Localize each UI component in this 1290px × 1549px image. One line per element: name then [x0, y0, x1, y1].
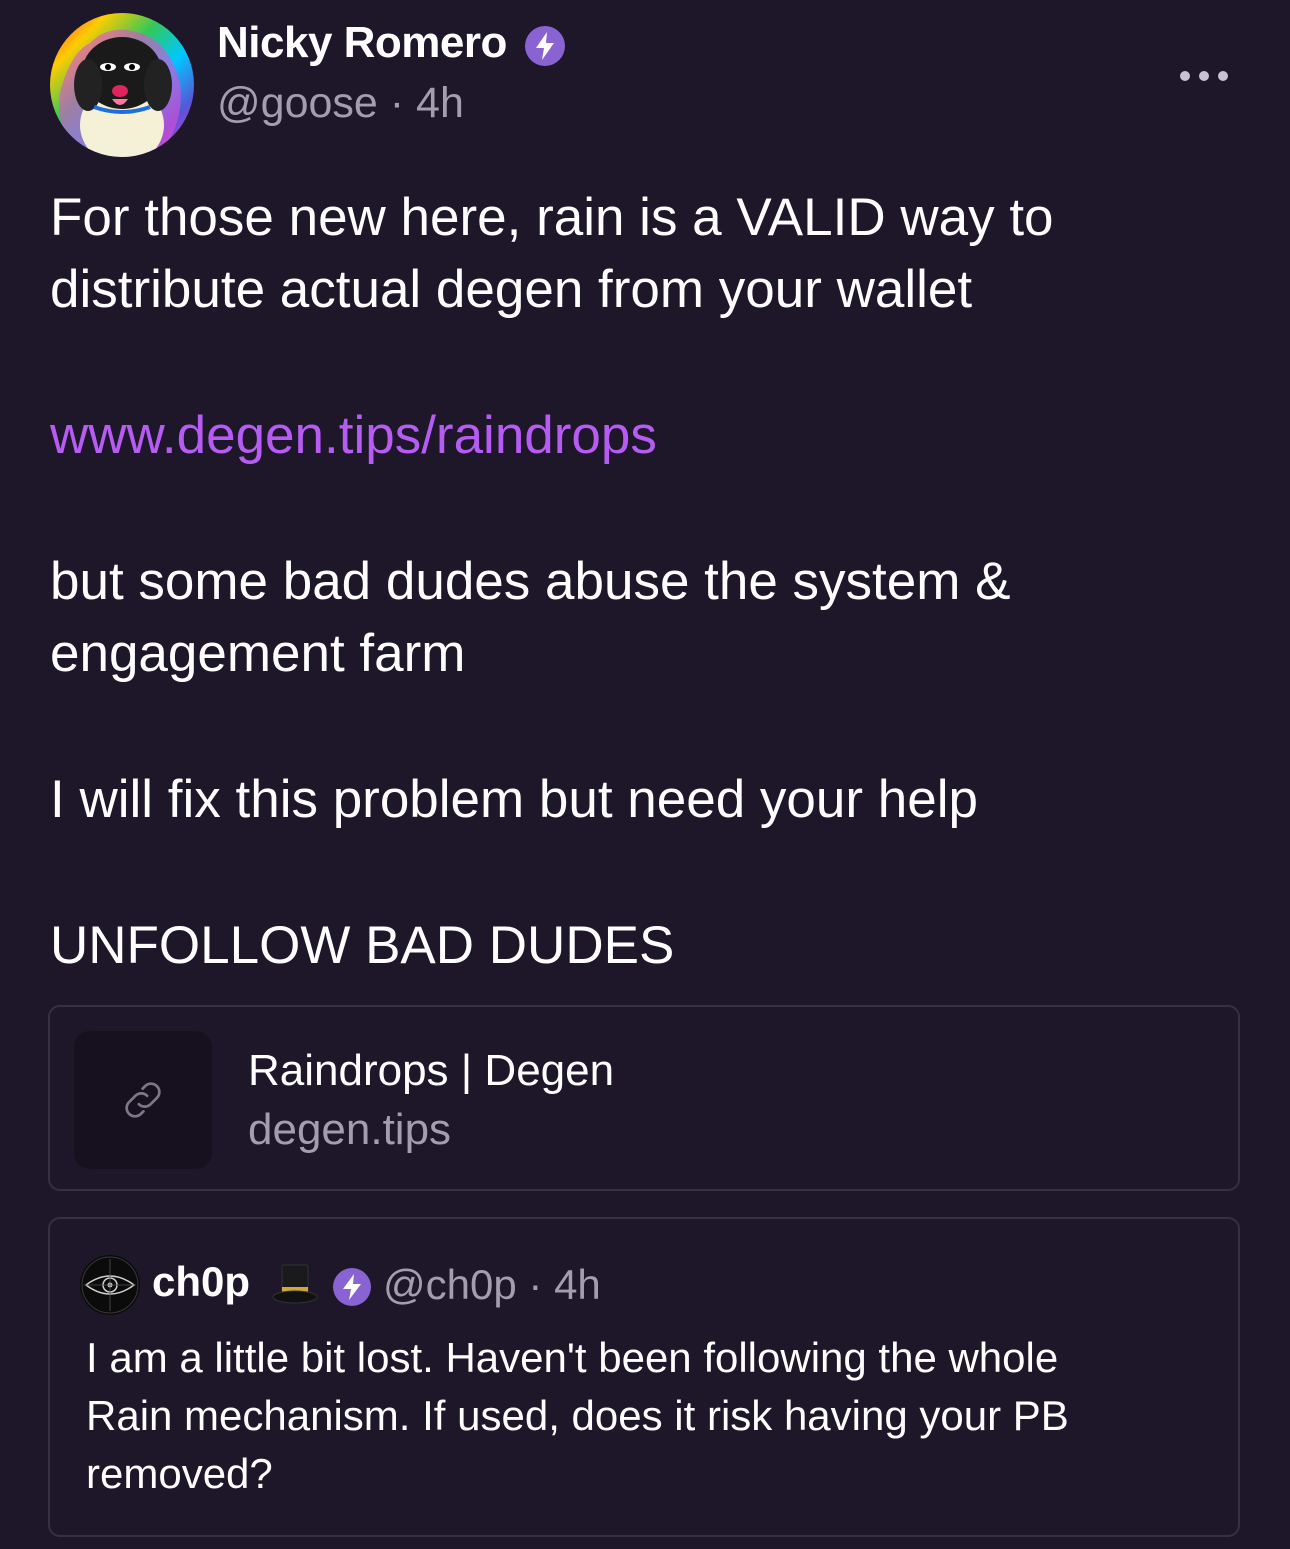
- dog-avatar-image: [50, 13, 194, 157]
- author-avatar[interactable]: [50, 13, 194, 157]
- author-handle-row: @goose · 4h: [217, 78, 464, 128]
- quote-author-avatar[interactable]: [80, 1255, 140, 1315]
- post-text-line: I will fix this problem but need your he…: [50, 770, 978, 829]
- quote-author-name[interactable]: ch0p: [152, 1257, 250, 1307]
- post-text-line: For those new here, rain is a VALID way …: [50, 188, 1054, 247]
- meta-separator: ·: [528, 1261, 543, 1308]
- eye-avatar-image: [80, 1255, 140, 1315]
- embed-thumbnail: [74, 1031, 212, 1169]
- author-display-name[interactable]: Nicky Romero: [217, 18, 507, 68]
- post-text-line: distribute actual degen from your wallet: [50, 260, 973, 319]
- ellipsis-icon: [1180, 71, 1190, 81]
- post-text-line: engagement farm: [50, 624, 466, 683]
- post-text-line: but some bad dudes abuse the system &: [50, 552, 1011, 611]
- power-badge-icon: [333, 1268, 371, 1306]
- post-timestamp[interactable]: 4h: [416, 79, 464, 127]
- link-icon: [125, 1082, 161, 1118]
- power-badge-icon: [525, 26, 565, 66]
- post-link-line: www.degen.tips/raindrops: [50, 400, 657, 472]
- quote-text-line: Rain mechanism. If used, does it risk ha…: [86, 1392, 1069, 1439]
- quote-text-line: I am a little bit lost. Haven't been fol…: [86, 1334, 1059, 1381]
- quoted-cast-card[interactable]: ch0p @ch0p · 4h I am a little bit lost. …: [48, 1217, 1240, 1537]
- author-handle[interactable]: @goose: [217, 79, 378, 127]
- embed-domain: degen.tips: [248, 1105, 452, 1154]
- quote-timestamp[interactable]: 4h: [554, 1261, 601, 1308]
- link-embed-card[interactable]: Raindrops | Degen degen.tips: [48, 1005, 1240, 1191]
- meta-separator: ·: [389, 79, 405, 127]
- top-hat-icon: [272, 1264, 318, 1304]
- quote-text-line: removed?: [86, 1450, 273, 1497]
- more-options-button[interactable]: [1180, 62, 1228, 90]
- post-text-line: UNFOLLOW BAD DUDES: [50, 916, 675, 975]
- raindrops-link[interactable]: www.degen.tips/raindrops: [50, 406, 657, 465]
- cast-post: Nicky Romero @goose · 4h For those new h…: [0, 0, 1290, 1549]
- quote-handle-row: @ch0p · 4h: [383, 1260, 601, 1310]
- embed-title: Raindrops | Degen: [248, 1046, 615, 1095]
- quote-author-handle[interactable]: @ch0p: [383, 1261, 517, 1308]
